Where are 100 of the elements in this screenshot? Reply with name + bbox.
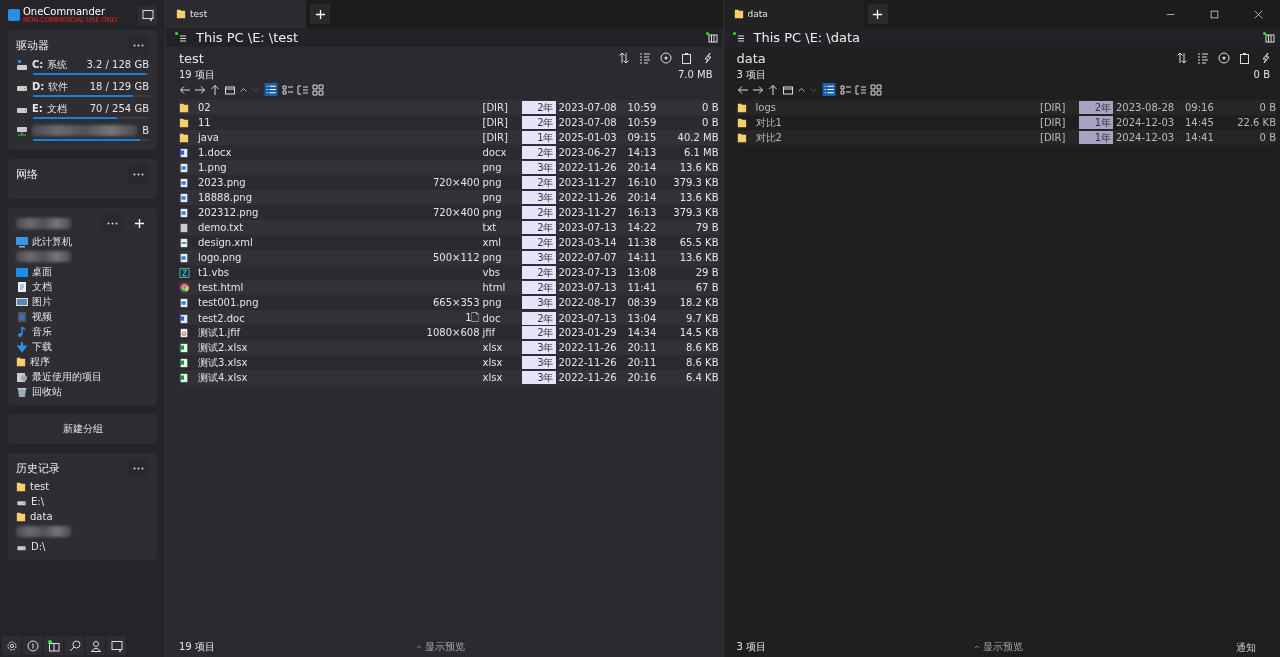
footer-item-count: 3 项目	[736, 640, 767, 654]
place-item[interactable]: 文档	[16, 279, 149, 294]
place-item[interactable]: 下载	[16, 339, 149, 354]
calendar-icon[interactable]	[781, 83, 794, 96]
up-arrow-icon[interactable]	[766, 83, 779, 96]
grid-view-icon[interactable]	[869, 83, 882, 96]
place-item[interactable]: 图片	[16, 294, 149, 309]
drive-item[interactable]: E: 文档 70 / 254 GB	[16, 102, 149, 115]
target-button[interactable]	[1215, 49, 1232, 67]
history-item[interactable]: test	[16, 479, 149, 494]
file-row[interactable]: 测试4.xlsx xlsx 3年 2022-11-26 20:16 6.4 KB	[179, 370, 719, 385]
tree-view-icon[interactable]	[854, 83, 867, 96]
sort-icon	[618, 52, 630, 64]
list-view-icon[interactable]	[839, 83, 852, 96]
target-button[interactable]	[657, 49, 675, 67]
more-icon	[132, 466, 144, 470]
file-row[interactable]: 1.png png 3年 2022-11-26 20:14 13.6 KB	[179, 160, 719, 175]
file-row[interactable]: logo.png 500×112 png 3年 2022-07-07 14:11 13.6 KB	[179, 250, 719, 265]
show-preview-button[interactable]: 显示预览	[973, 640, 1023, 654]
new-window-button[interactable]	[107, 636, 126, 655]
file-row[interactable]: t1.vbs vbs 2年 2023-07-13 13:08 29 B	[179, 265, 719, 280]
up-arrow-icon[interactable]	[209, 83, 221, 96]
file-row[interactable]: 18888.png png 3年 2022-11-26 20:14 13.6 KB	[179, 190, 719, 205]
more-button[interactable]	[127, 164, 149, 184]
file-row[interactable]: 202312.png 720×400 png 2年 2023-11-27 16:13 379.3 KB	[179, 205, 719, 220]
system-drive-icon	[16, 58, 28, 71]
file-row[interactable]: test.html html 2年 2023-07-13 11:41 67 B	[179, 280, 719, 295]
details-view-icon[interactable]	[263, 83, 279, 96]
new-tab-button[interactable]	[867, 4, 888, 24]
file-row[interactable]: demo.txt txt 2年 2023-07-13 14:22 79 B	[179, 220, 719, 235]
history-item[interactable]: data	[16, 509, 149, 524]
place-item[interactable]: 视频	[16, 309, 149, 324]
history-item[interactable]: E:\	[16, 494, 149, 509]
panel-layout-button[interactable]	[44, 636, 63, 655]
file-row[interactable]: 1.docx docx 2年 2023-06-27 14:13 6.1 MB	[179, 145, 719, 160]
place-item[interactable]: 回收站	[16, 384, 149, 399]
file-row[interactable]: 2023.png 720×400 png 2年 2023-11-27 16:10 379.3 KB	[179, 175, 719, 190]
columns-icon[interactable]	[1262, 31, 1276, 44]
search-button[interactable]	[65, 636, 84, 655]
details-view-icon[interactable]	[820, 83, 837, 96]
settings-button[interactable]	[2, 636, 21, 655]
file-row[interactable]: test001.png 665×353 png 3年 2022-08-17 08:39 18.2 KB	[179, 295, 719, 310]
place-item[interactable]: 程序	[16, 354, 149, 369]
more-button[interactable]	[101, 213, 123, 233]
drive-item[interactable]: D: 软件 18 / 129 GB	[16, 80, 149, 93]
new-group-button[interactable]: 新建分组	[8, 414, 157, 444]
file-row[interactable]: test2.doc 1🗋 doc 2年 2023-07-13 13:04 9.7 KB	[179, 310, 719, 325]
show-preview-button[interactable]: 显示预览	[416, 640, 466, 654]
file-row[interactable]: logs [DIR] 2年 2023-08-28 09:16 0 B	[736, 100, 1276, 115]
circle-icon	[1217, 52, 1230, 64]
info-icon	[26, 639, 39, 652]
sort-icon	[1175, 52, 1188, 64]
menu-icon[interactable]	[731, 31, 746, 44]
drive-item[interactable]: B	[16, 124, 149, 137]
path-breadcrumb[interactable]: This PC \E: \data	[753, 30, 860, 45]
folder-tab[interactable]: data	[723, 0, 864, 28]
menu-icon[interactable]	[174, 31, 188, 44]
age-badge: 1年	[521, 131, 556, 144]
file-row[interactable]: java [DIR] 1年 2025-01-03 09:15 40.2 MB	[179, 130, 719, 145]
path-breadcrumb[interactable]: This PC \E: \test	[196, 30, 299, 45]
plus-icon	[872, 8, 883, 20]
tree-view-icon[interactable]	[297, 83, 309, 96]
history-item[interactable]: D:\	[16, 539, 149, 554]
account-button[interactable]	[86, 636, 105, 655]
place-item[interactable]: 音乐	[16, 324, 149, 339]
forward-arrow-icon[interactable]	[194, 83, 206, 96]
file-row[interactable]: 对比1 [DIR] 1年 2024-12-03 14:45 22.6 KB	[736, 115, 1276, 130]
file-row[interactable]: 02 [DIR] 2年 2023-07-08 10:59 0 B	[179, 100, 719, 115]
more-button[interactable]	[127, 35, 149, 55]
place-item[interactable]: 此计算机	[16, 234, 149, 249]
file-row[interactable]: 测试2.xlsx xlsx 3年 2022-11-26 20:11 8.6 KB	[179, 340, 719, 355]
new-tab-button[interactable]	[310, 4, 330, 24]
place-item[interactable]: 桌面	[16, 264, 149, 279]
age-badge: 3年	[521, 341, 556, 354]
calendar-icon[interactable]	[224, 83, 236, 96]
forward-arrow-icon[interactable]	[751, 83, 764, 96]
image-file-icon	[179, 296, 189, 309]
place-item[interactable]: 最近使用的项目	[16, 369, 149, 384]
new-window-button[interactable]	[138, 5, 157, 25]
info-button[interactable]	[23, 636, 42, 655]
folder-icon	[733, 8, 744, 20]
file-row[interactable]: 测试3.xlsx xlsx 3年 2022-11-26 20:11 8.6 KB	[179, 355, 719, 370]
age-badge: 2年	[521, 266, 556, 279]
file-row[interactable]: 11 [DIR] 2年 2023-07-08 10:59 0 B	[179, 115, 719, 130]
back-arrow-icon[interactable]	[179, 83, 191, 96]
grid-view-icon[interactable]	[312, 83, 324, 96]
more-icon	[106, 221, 118, 225]
file-row[interactable]: design.xml xml 2年 2023-03-14 11:38 65.5 KB	[179, 235, 719, 250]
person-icon	[89, 639, 102, 652]
columns-icon[interactable]	[704, 31, 719, 44]
list-view-icon[interactable]	[282, 83, 294, 96]
more-button[interactable]	[127, 458, 149, 478]
folder-tab[interactable]: test	[166, 0, 306, 28]
item-count: 3 项目	[736, 69, 767, 81]
file-row[interactable]: 测试1.jfif 1080×608 jfif 2年 2023-01-29 14:34 14.5 KB	[179, 325, 719, 340]
drive-item[interactable]: C: 系统 3.2 / 128 GB	[16, 58, 149, 71]
back-arrow-icon[interactable]	[736, 83, 749, 96]
age-badge: 3年	[521, 371, 556, 384]
file-row[interactable]: 对比2 [DIR] 1年 2024-12-03 14:41 0 B	[736, 130, 1276, 145]
notification-label: 通知	[1236, 641, 1256, 655]
